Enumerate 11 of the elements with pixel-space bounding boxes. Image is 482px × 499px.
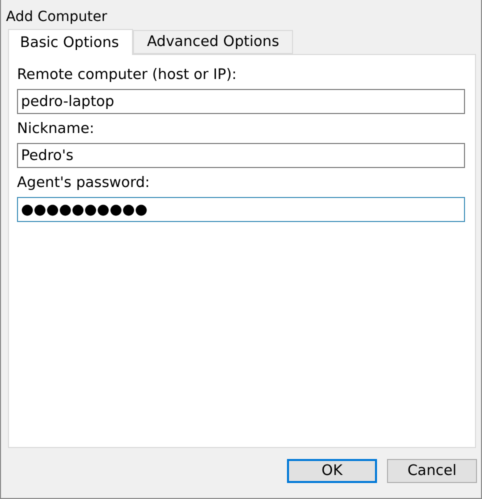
window-title: Add Computer [5,8,108,27]
field-label: Agent's password: [17,174,151,193]
tab[interactable]: Advanced Options [132,30,294,54]
field-label: Nickname: [17,120,96,139]
input-field[interactable]: pedro-laptop [17,89,465,114]
ok-button[interactable]: OK [287,459,377,483]
input-field[interactable]: Pedro's [17,143,465,168]
tab[interactable]: Basic Options [8,29,133,55]
field-label: Remote computer (host or IP): [17,66,238,85]
cancel-button[interactable]: Cancel [387,459,477,483]
input-field[interactable]: ●●●●●●●●●● [17,197,465,222]
